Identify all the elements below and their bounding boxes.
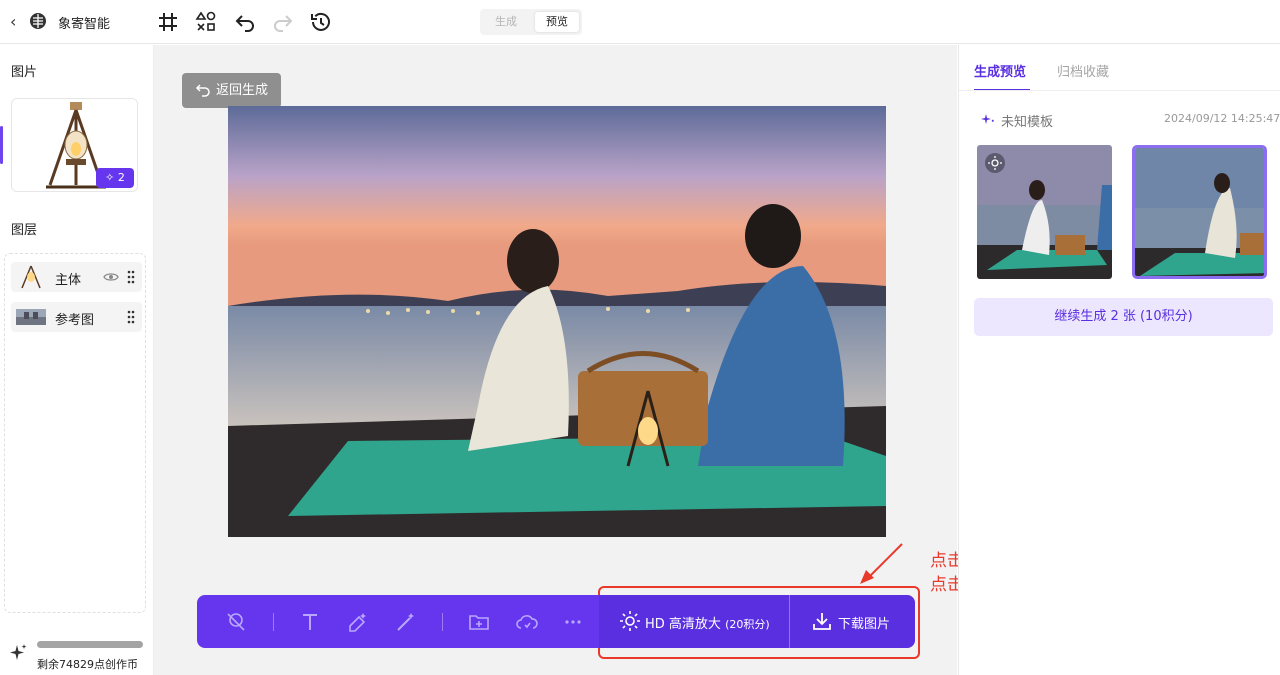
drag-handle-icon[interactable] — [127, 270, 135, 284]
left-panel: 图片 ✧ 2 图层 主体 参考图 剩余74829点创作币 — [0, 45, 154, 675]
layer-item-reference[interactable]: 参考图 — [11, 302, 142, 332]
credits-progress-bar — [37, 641, 143, 648]
download-icon — [813, 613, 831, 630]
toolbar-separator — [442, 613, 443, 631]
mode-toggle: 生成 预览 — [480, 9, 582, 35]
top-bar: ‹ 象寄智能 生成 预览 — [0, 0, 1280, 44]
layer-item-subject[interactable]: 主体 — [11, 262, 142, 292]
generation-timestamp: 2024/09/12 14:25:47 — [1164, 112, 1280, 125]
download-image-button[interactable]: 下载图片 — [790, 595, 915, 648]
sparkle-small-icon: ✧ — [105, 171, 115, 184]
image-thumbnail-card[interactable]: ✧ 2 — [11, 98, 138, 192]
tab-divider — [959, 90, 1280, 91]
tab-generation-preview[interactable]: 生成预览 — [974, 61, 1026, 80]
tab-generate[interactable]: 生成 — [484, 12, 528, 32]
back-chevron-icon[interactable]: ‹ — [10, 12, 24, 32]
images-section-title: 图片 — [11, 65, 38, 80]
preview-image — [228, 106, 886, 537]
tab-preview[interactable]: 预览 — [535, 12, 579, 32]
app-title: 象寄智能 — [58, 17, 111, 32]
active-indicator — [0, 126, 3, 164]
canvas-area: 返回生成 HD 高清放大 (20积分) 下载图片 — [154, 45, 957, 675]
layer-label: 参考图 — [55, 313, 95, 328]
reference-layer-thumbnail — [16, 309, 46, 325]
layers-section-title: 图层 — [11, 223, 38, 238]
download-label: 下载图片 — [838, 617, 891, 632]
layer-label: 主体 — [55, 273, 82, 288]
template-sparkle-icon — [981, 114, 994, 124]
sun-icon — [620, 611, 640, 631]
toolbar-separator — [273, 613, 274, 631]
template-name: 未知模板 — [1001, 115, 1054, 130]
return-to-generate-button[interactable]: 返回生成 — [182, 73, 281, 108]
text-icon[interactable] — [298, 610, 322, 634]
logo-icon — [30, 13, 46, 29]
undo-icon[interactable] — [233, 10, 257, 34]
magic-wand-icon[interactable] — [394, 610, 418, 634]
result-thumbnail-2[interactable] — [1132, 145, 1267, 279]
add-folder-icon[interactable] — [467, 610, 491, 634]
erase-icon[interactable] — [346, 610, 370, 634]
hd-button-label: HD 高清放大 — [645, 617, 721, 632]
return-label: 返回生成 — [216, 83, 269, 98]
layer-list: 主体 参考图 — [4, 253, 146, 613]
continue-generate-button[interactable]: 继续生成 2 张 (10积分) — [974, 298, 1273, 336]
drag-handle-icon[interactable] — [127, 310, 135, 324]
return-icon — [195, 84, 210, 97]
redo-icon[interactable] — [271, 10, 295, 34]
result-thumbnail-1[interactable] — [977, 145, 1112, 279]
eraser-off-icon[interactable] — [224, 610, 248, 634]
eye-icon[interactable] — [103, 270, 119, 284]
more-icon[interactable] — [561, 610, 585, 634]
subject-layer-thumbnail — [21, 265, 41, 289]
crop-grid-icon[interactable] — [156, 10, 180, 34]
sparkle-icon — [10, 644, 27, 660]
image-count: 2 — [117, 171, 125, 184]
history-icon[interactable] — [309, 10, 333, 34]
image-count-badge: ✧ 2 — [96, 168, 134, 188]
hd-mark-icon — [985, 153, 1005, 173]
cloud-sync-icon[interactable] — [515, 610, 539, 634]
right-panel: 生成预览 归档收藏 未知模板 2024/09/12 14:25:47 继续生成 … — [958, 45, 1280, 675]
annotation-arrow-icon — [860, 543, 903, 584]
credits-remaining-text: 剩余74829点创作币 — [37, 658, 138, 671]
bottom-toolbar: HD 高清放大 (20积分) 下载图片 — [197, 595, 915, 648]
tab-archive[interactable]: 归档收藏 — [1057, 61, 1109, 80]
hd-button-cost: (20积分) — [725, 618, 770, 631]
shapes-icon[interactable] — [194, 10, 218, 34]
hd-upscale-button[interactable]: HD 高清放大 (20积分) — [599, 595, 789, 648]
